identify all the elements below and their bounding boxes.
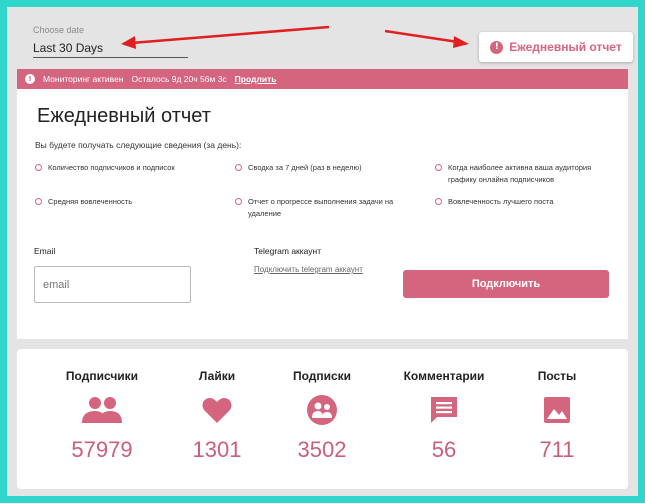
daily-report-button-label: Ежедневный отчет (509, 40, 622, 54)
alert-icon: ! (25, 74, 35, 84)
report-subtitle: Вы будете получать следующие сведения (з… (35, 140, 242, 150)
date-picker-underline (33, 57, 188, 58)
email-label: Email (34, 246, 56, 256)
followers-icon (42, 389, 162, 431)
stat-value: 711 (539, 437, 575, 462)
monitor-status: Мониторинг активен (43, 74, 124, 84)
following-icon (262, 389, 382, 431)
feature-item: Когда наиболее активна ваша аудитория гр… (435, 162, 615, 186)
feature-item: Вовлеченность лучшего поста (435, 196, 615, 208)
monitor-remaining: Осталось 9д 20ч 56м 3с (131, 74, 227, 84)
feature-item: Сводка за 7 дней (раз в неделю) (235, 162, 415, 174)
stat-followers: Подписчики 57979 (42, 369, 162, 463)
telegram-connect-link[interactable]: Подключить telegram аккаунт (254, 265, 363, 274)
stat-value: 56 (431, 437, 457, 462)
daily-report-button[interactable]: ! Ежедневный отчет (479, 32, 633, 62)
email-input[interactable] (34, 266, 191, 303)
stat-likes: Лайки 1301 (157, 369, 277, 463)
report-title: Ежедневный отчет (37, 105, 211, 127)
stat-value: 3502 (297, 437, 347, 462)
stat-title: Подписки (292, 369, 352, 383)
extend-link[interactable]: Продлить (235, 74, 277, 84)
stat-value: 1301 (192, 437, 242, 462)
monitor-status-bar: ! Мониторинг активен Осталось 9д 20ч 56м… (17, 69, 628, 89)
stat-title: Подписчики (65, 369, 139, 383)
stat-title: Посты (537, 369, 577, 383)
connect-button[interactable]: Подключить (403, 270, 609, 298)
stat-posts: Посты 711 (497, 369, 617, 463)
annotation-arrow-right (384, 29, 469, 48)
date-picker-label: Choose date (33, 25, 85, 35)
stat-value: 57979 (71, 437, 133, 462)
image-icon (497, 389, 617, 431)
date-picker[interactable]: Last 30 Days (33, 41, 103, 55)
comment-icon (384, 389, 504, 431)
daily-report-card: Ежедневный отчет Вы будете получать след… (17, 89, 628, 339)
stat-following: Подписки 3502 (262, 369, 382, 463)
telegram-label: Telegram аккаунт (254, 246, 322, 256)
feature-item: Количество подписчиков и подписок (35, 162, 235, 174)
feature-item: Отчет о прогрессе выполнения задачи на у… (235, 196, 405, 220)
stat-title: Лайки (198, 369, 236, 383)
alert-icon: ! (490, 40, 504, 54)
stat-title: Комментарии (403, 369, 485, 383)
heart-icon (157, 389, 277, 431)
stat-comments: Комментарии 56 (384, 369, 504, 463)
annotation-arrow-left (121, 25, 330, 49)
stats-card: Подписчики 57979 Лайки 1301 Подписки 350… (17, 349, 628, 489)
feature-item: Средняя вовлеченность (35, 196, 235, 208)
